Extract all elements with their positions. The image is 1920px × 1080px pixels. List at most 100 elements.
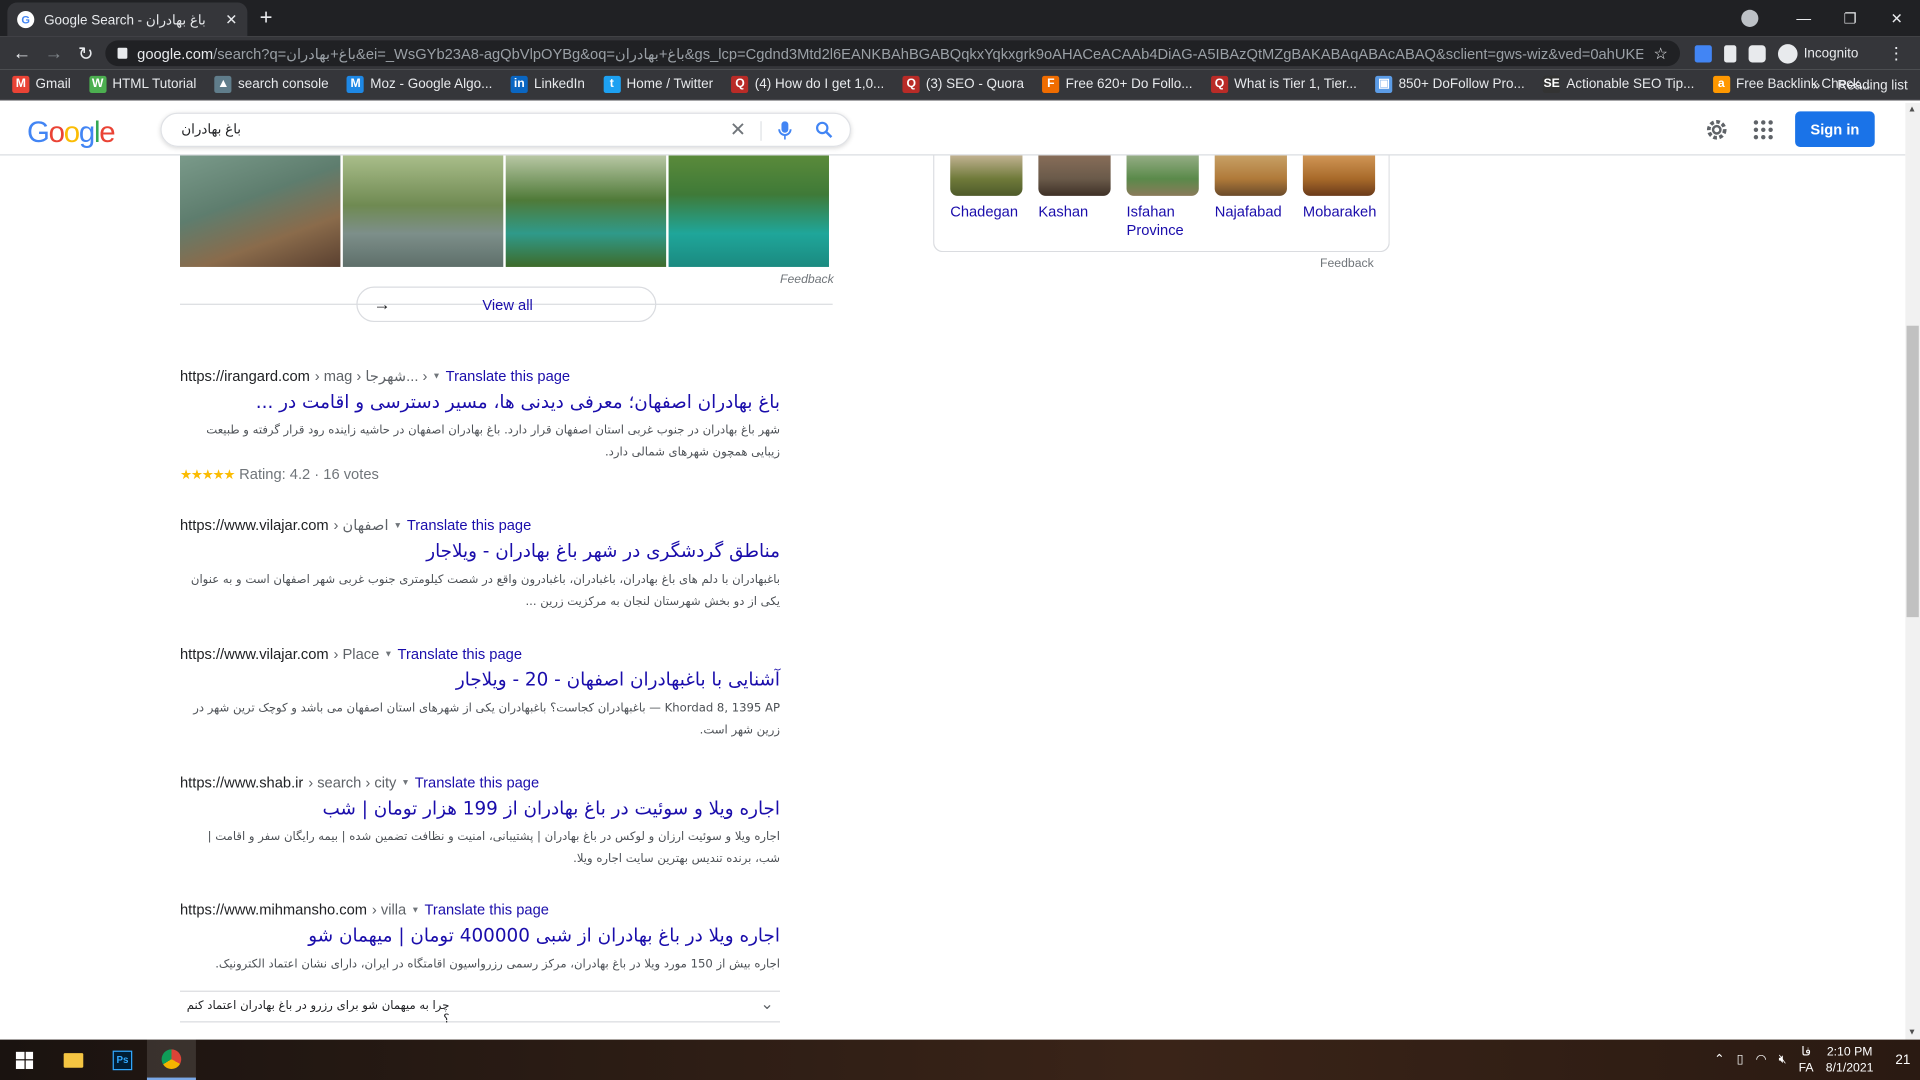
result-title[interactable]: اجاره ویلا در باغ بهادران از شبی 400000 …	[180, 924, 780, 946]
address-bar[interactable]: google.com/search?q=باغ+بهادران&ei=_WsGY…	[105, 40, 1681, 67]
scroll-up-icon[interactable]: ▲	[1908, 105, 1916, 114]
translate-link[interactable]: Translate this page	[407, 517, 531, 534]
bookmark-item[interactable]: M Moz - Google Algo...	[347, 75, 492, 94]
back-button[interactable]: ←	[6, 43, 38, 64]
result-citation: https://www.vilajar.com › اصفهان ▼ Trans…	[180, 516, 532, 534]
browser-tab[interactable]: G Google Search - باغ بهادران ✕	[7, 2, 248, 37]
search-icon[interactable]	[816, 121, 833, 139]
reading-list-button[interactable]: Reading list	[1837, 78, 1907, 93]
bookmark-item[interactable]: Q (4) How do I get 1,0...	[731, 75, 884, 94]
scrollbar-thumb[interactable]	[1906, 325, 1919, 618]
bookmark-item[interactable]: Q What is Tier 1, Tier...	[1210, 75, 1357, 94]
reload-button[interactable]: ↻	[70, 42, 102, 64]
translate-link[interactable]: Translate this page	[424, 901, 548, 918]
images-feedback-link[interactable]: Feedback	[780, 273, 834, 286]
result-snippet: شهر باغ بهادران در جنوب غربی استان اصفها…	[206, 423, 781, 460]
result-menu-icon[interactable]: ▼	[411, 906, 419, 915]
bookmark-favicon-icon: in	[510, 75, 528, 94]
mic-icon[interactable]	[778, 121, 793, 140]
result-menu-icon[interactable]: ▼	[432, 372, 440, 381]
result-title[interactable]: مناطق گردشگری در شهر باغ بهادران - ویلاج…	[180, 540, 780, 562]
extension-icon[interactable]	[1724, 44, 1737, 62]
image-thumbnail[interactable]	[342, 155, 504, 267]
search-result: https://www.mihmansho.com › villa ▼ Tran…	[180, 901, 780, 976]
forward-button[interactable]: →	[38, 43, 70, 64]
notification-count: 21	[1895, 1052, 1911, 1068]
translate-link[interactable]: Translate this page	[415, 774, 539, 791]
search-box[interactable]: باغ بهادران ✕	[160, 112, 852, 147]
settings-gear-icon[interactable]	[1705, 118, 1729, 142]
incognito-indicator[interactable]: Incognito	[1777, 43, 1858, 64]
tab-search-icon[interactable]	[1741, 9, 1759, 27]
battery-icon[interactable]: ▯	[1737, 1053, 1744, 1066]
sign-in-button[interactable]: Sign in	[1795, 111, 1875, 147]
result-menu-icon[interactable]: ▼	[384, 650, 392, 659]
faq-question: چرا به میهمان شو برای رزرو در باغ بهادرا…	[186, 999, 450, 1027]
new-tab-button[interactable]: +	[260, 5, 273, 31]
translate-link[interactable]: Translate this page	[446, 367, 570, 384]
browser-menu-icon[interactable]: ⋮	[1888, 43, 1905, 64]
page-scrollbar[interactable]: ▲ ▼	[1905, 102, 1920, 1040]
place-image	[1214, 155, 1287, 196]
result-citation: https://www.shab.ir › search › city ▼ Tr…	[180, 773, 540, 792]
photoshop-button[interactable]: Ps	[98, 1040, 147, 1080]
bookmark-star-icon[interactable]: ☆	[1653, 43, 1667, 63]
bookmark-item[interactable]: ▣ 850+ DoFollow Pro...	[1375, 75, 1525, 94]
bookmark-item[interactable]: F Free 620+ Do Follo...	[1042, 75, 1193, 94]
start-button[interactable]	[0, 1040, 49, 1080]
place-card-isfahan-province[interactable]: Isfahan Province	[1126, 155, 1203, 240]
notifications-button[interactable]: 21	[1886, 1040, 1920, 1080]
image-thumbnail[interactable]	[505, 155, 667, 267]
google-logo[interactable]: Google	[27, 116, 116, 150]
faq-accordion[interactable]: چرا به میهمان شو برای رزرو در باغ بهادرا…	[180, 990, 781, 1027]
bookmark-item[interactable]: SE Actionable SEO Tip...	[1543, 75, 1694, 94]
image-thumbnail[interactable]	[668, 155, 829, 267]
place-card-mobarakeh[interactable]: Mobarakeh	[1302, 155, 1379, 222]
result-title[interactable]: اجاره ویلا و سوئیت در باغ بهادران از 199…	[180, 797, 780, 819]
result-menu-icon[interactable]: ▼	[393, 521, 401, 530]
bookmark-label: Gmail	[35, 77, 71, 92]
folder-icon	[63, 1052, 84, 1068]
language-indicator[interactable]: فا FA	[1799, 1044, 1814, 1076]
translate-link[interactable]: Translate this page	[398, 645, 522, 662]
clear-search-icon[interactable]: ✕	[730, 118, 746, 142]
bookmark-item[interactable]: in LinkedIn	[510, 75, 585, 94]
search-results-area: Feedback → View all Chadegan Kashan Isfa…	[0, 155, 1906, 1040]
bookmark-item[interactable]: W HTML Tutorial	[89, 75, 196, 94]
close-window-button[interactable]: ✕	[1873, 10, 1920, 27]
place-card-najafabad[interactable]: Najafabad	[1214, 155, 1291, 222]
restore-button[interactable]: ❐	[1827, 10, 1874, 27]
result-title[interactable]: باغ بهادران اصفهان؛ معرفی دیدنی ها، مسیر…	[180, 391, 780, 413]
extensions-area: Incognito ⋮	[1694, 37, 1905, 70]
google-header: Google باغ بهادران ✕ Sign in	[0, 102, 1906, 156]
bookmark-item[interactable]: t Home / Twitter	[603, 75, 713, 94]
bookmark-item[interactable]: M Gmail	[12, 75, 71, 94]
chevron-up-icon[interactable]: ⌃	[1714, 1053, 1724, 1066]
place-card-chadegan[interactable]: Chadegan	[950, 155, 1026, 222]
more-bookmarks-icon[interactable]: »	[1813, 78, 1821, 93]
result-menu-icon[interactable]: ▼	[401, 778, 409, 787]
search-input[interactable]: باغ بهادران	[181, 121, 241, 137]
view-all-button[interactable]: → View all	[356, 286, 657, 323]
minimize-button[interactable]: —	[1780, 10, 1827, 27]
puzzle-extensions-icon[interactable]	[1748, 44, 1766, 62]
scroll-down-icon[interactable]: ▼	[1908, 1029, 1916, 1038]
panel-feedback-link[interactable]: Feedback	[1320, 257, 1374, 270]
chevron-down-icon[interactable]: ⌄	[760, 994, 773, 1014]
google-apps-icon[interactable]	[1753, 120, 1773, 140]
translate-extension-icon[interactable]	[1694, 44, 1712, 62]
chrome-button[interactable]	[146, 1039, 196, 1080]
image-thumbnail[interactable]	[180, 155, 341, 267]
bookmark-item[interactable]: ▲ search console	[214, 75, 329, 94]
close-tab-icon[interactable]: ✕	[225, 11, 237, 28]
clock[interactable]: 2:10 PM 8/1/2021	[1826, 1044, 1874, 1076]
incognito-icon	[1777, 43, 1798, 64]
result-title[interactable]: آشنایی با باغبهادران اصفهان - 20 - ویلاج…	[180, 669, 780, 691]
url-text[interactable]: google.com/search?q=باغ+بهادران&ei=_WsGY…	[137, 45, 1644, 62]
file-explorer-button[interactable]	[49, 1040, 98, 1080]
bookmark-item[interactable]: Q (3) SEO - Quora	[902, 75, 1024, 94]
wifi-icon[interactable]: ◠	[1756, 1053, 1767, 1066]
place-card-kashan[interactable]: Kashan	[1038, 155, 1114, 222]
volume-mute-icon[interactable]: 🔇︎	[1779, 1053, 1787, 1066]
lock-icon	[117, 47, 128, 59]
